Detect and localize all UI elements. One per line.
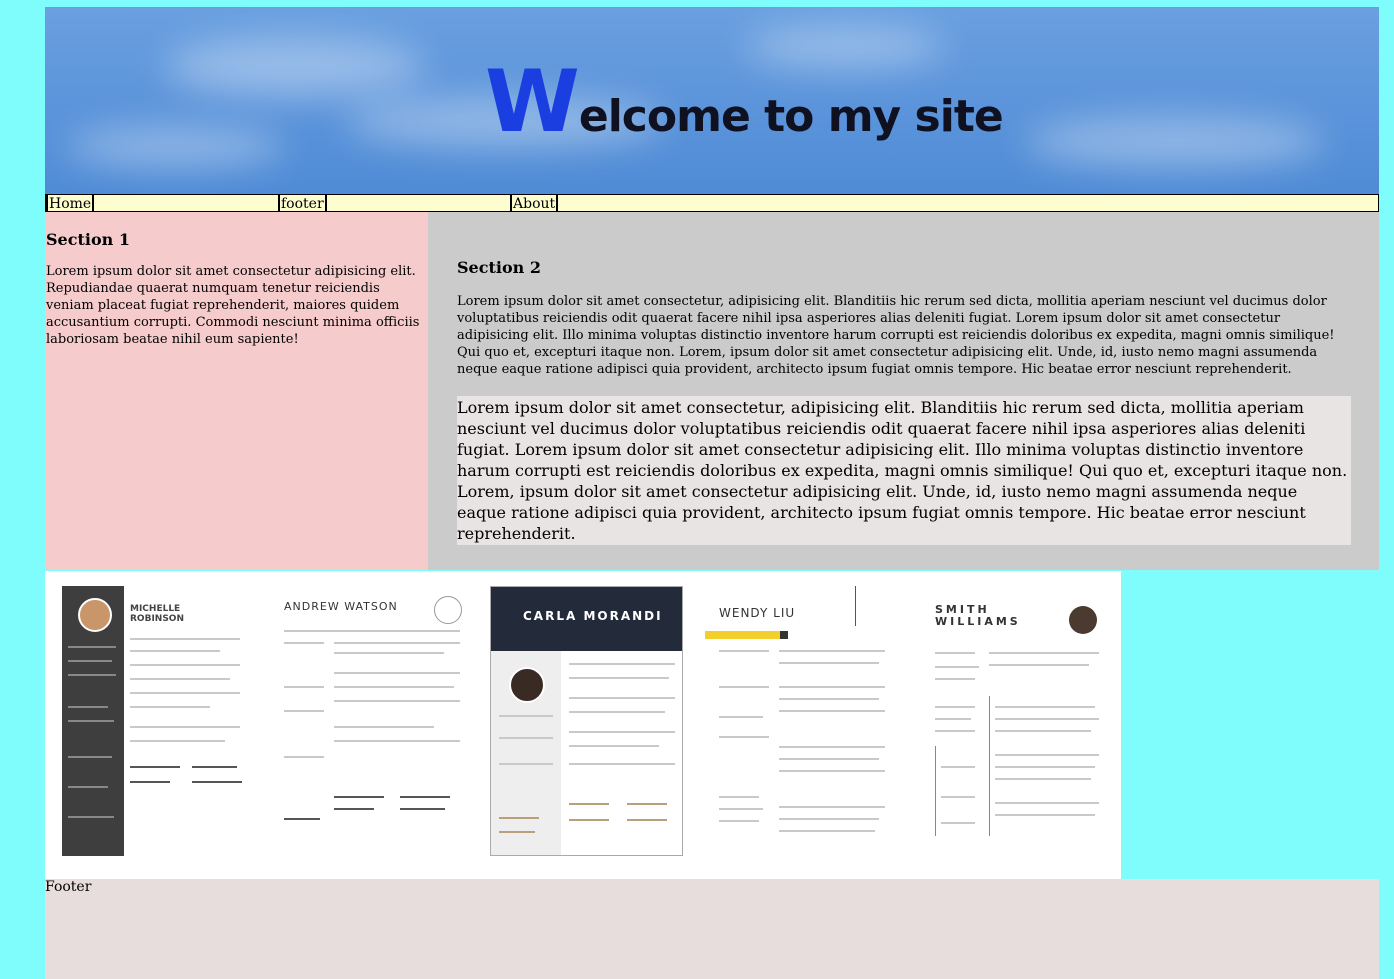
site-title-rest: elcome to my site	[578, 91, 1004, 142]
section-2-heading: Section 2	[457, 258, 541, 277]
nav-link-footer[interactable]: footer	[278, 195, 327, 212]
resume-name-5: SMITH WILLIAMS	[935, 603, 1021, 628]
resume-image-5: SMITH WILLIAMS	[933, 586, 1103, 856]
nav-link-about[interactable]: About	[510, 195, 559, 212]
footer-text: Footer	[45, 879, 92, 895]
header-banner: Welcome to my site	[45, 7, 1379, 194]
section-1: Section 1 Lorem ipsum dolor sit amet con…	[45, 212, 428, 570]
section-2-text: Lorem ipsum dolor sit amet consectetur, …	[457, 294, 1335, 377]
resume-image-1: MICHELLE ROBINSON	[62, 586, 248, 856]
site-title-initial: W	[485, 52, 580, 152]
avatar	[78, 598, 112, 632]
section-2: Section 2 Lorem ipsum dolor sit amet con…	[428, 212, 1379, 570]
resume-name-2: ANDREW WATSON	[284, 600, 398, 613]
avatar	[509, 667, 545, 703]
resume-name-4: WENDY LIU	[719, 606, 796, 620]
resume-gallery: MICHELLE ROBINSON ANDREW WATSON CARLA MO…	[45, 571, 1121, 883]
section-2-highlight-text: Lorem ipsum dolor sit amet consectetur, …	[457, 396, 1351, 545]
resume-name-3: CARLA MORANDI	[523, 609, 663, 623]
avatar	[1069, 606, 1097, 634]
resume-image-4: WENDY LIU	[705, 586, 890, 856]
resume-image-3: CARLA MORANDI	[490, 586, 683, 856]
site-title: Welcome to my site	[485, 59, 1004, 145]
resume-image-2: ANDREW WATSON	[280, 586, 465, 856]
page-container: Welcome to my site Home footer About Sec…	[45, 7, 1379, 883]
section-1-heading: Section 1	[46, 230, 130, 249]
section-1-text: Lorem ipsum dolor sit amet consectetur a…	[46, 264, 420, 347]
nav-link-home[interactable]: Home	[46, 195, 95, 212]
resume-name-1: MICHELLE ROBINSON	[130, 604, 184, 624]
content-row: Section 1 Lorem ipsum dolor sit amet con…	[45, 212, 1379, 570]
footer: Footer	[45, 879, 1379, 979]
nav-bar: Home footer About	[45, 194, 1379, 212]
